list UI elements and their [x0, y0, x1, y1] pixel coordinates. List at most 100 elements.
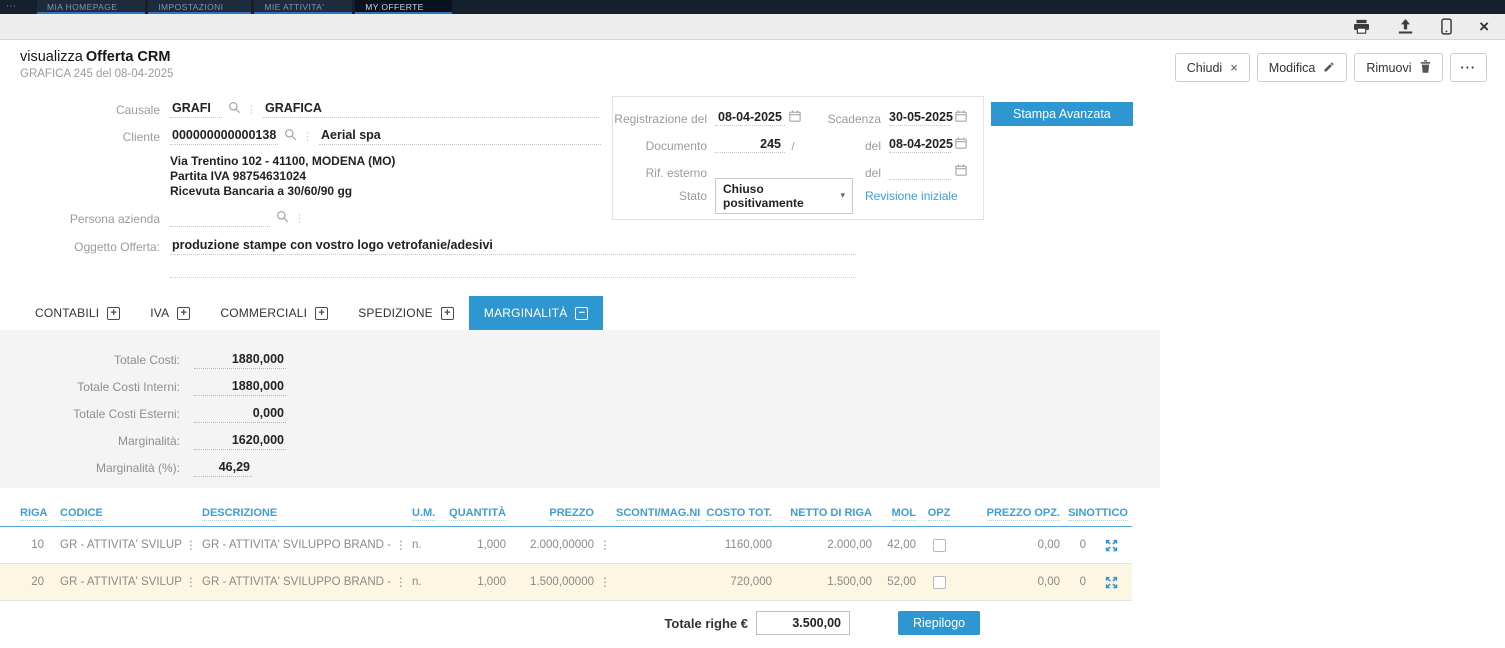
rif-esterno-label: Rif. esterno — [613, 166, 707, 180]
cell-opz — [920, 564, 958, 601]
col-header-netto-di-riga[interactable]: NETTO DI RIGA — [776, 502, 876, 527]
col-header-riga[interactable]: RIGA — [0, 502, 48, 527]
table-row[interactable]: 10 GR - ATTIVITA' SVILUP ⋮ GR - ATTIVITA… — [0, 527, 1132, 564]
search-icon[interactable] — [276, 210, 289, 226]
causale-description-field[interactable]: GRAFICA — [263, 101, 599, 118]
cliente-description-field[interactable]: Aerial spa — [319, 128, 601, 145]
riepilogo-button[interactable]: Riepilogo — [898, 611, 980, 635]
cell-prezzo-opz: 0,00 — [958, 527, 1064, 564]
browser-tab-attivita[interactable]: MIE ATTIVITA' — [254, 0, 352, 14]
registrazione-date-field[interactable]: 08-04-2025 — [715, 110, 785, 126]
tab-spedizione[interactable]: SPEDIZIONE + — [343, 296, 469, 330]
cliente-label: Cliente — [20, 130, 160, 145]
row-handle-icon[interactable]: ⋮ — [394, 527, 408, 564]
marginalita-perc-label: Marginalità (%): — [0, 461, 180, 477]
col-header-costo-tot[interactable]: COSTO TOT. — [696, 502, 776, 527]
col-header-um[interactable]: U.M. — [408, 502, 440, 527]
tab-label: SPEDIZIONE — [358, 306, 433, 320]
registrazione-label: Registrazione del — [613, 112, 707, 126]
documento-label: Documento — [613, 139, 707, 153]
opz-checkbox[interactable] — [933, 539, 946, 552]
calendar-icon[interactable] — [955, 110, 967, 125]
cliente-code-field[interactable]: 000000000000138 — [170, 128, 278, 145]
close-icon[interactable]: × — [1479, 18, 1489, 35]
page-header: visualizzaOfferta CRM GRAFICA 245 del 08… — [0, 40, 1505, 88]
browser-tab-offerte[interactable]: MY OFFERTE — [355, 0, 451, 14]
browser-tab-impostazioni[interactable]: IMPOSTAZIONI — [148, 0, 251, 14]
col-header-prezzo-opz[interactable]: PREZZO OPZ. — [958, 502, 1064, 527]
collapse-minus-icon: − — [575, 307, 588, 320]
row-handle-icon[interactable]: ⋮ — [394, 564, 408, 601]
marginalita-panel: Totale Costi: 1880,000 Totale Costi Inte… — [0, 330, 1160, 488]
expand-plus-icon: + — [315, 307, 328, 320]
chiudi-button[interactable]: Chiudi × — [1175, 53, 1250, 82]
field-separator-icon: ⋮ — [302, 132, 313, 143]
calendar-icon[interactable] — [789, 110, 801, 125]
oggetto-offerta-field[interactable]: produzione stampe con vostro logo vetrof… — [170, 238, 856, 255]
tab-commerciali[interactable]: COMMERCIALI + — [205, 296, 343, 330]
col-header-spacer — [598, 502, 612, 527]
persona-azienda-field[interactable] — [170, 224, 270, 227]
col-header-sinottico[interactable]: SINOTTICO — [1064, 502, 1132, 527]
documento-number-field[interactable]: 245 — [715, 137, 785, 153]
chiudi-button-label: Chiudi — [1187, 61, 1222, 75]
cell-prezzo: 2.000,00000 — [510, 527, 598, 564]
revisione-iniziale-link[interactable]: Revisione iniziale — [865, 189, 958, 203]
stampa-avanzata-button[interactable]: Stampa Avanzata — [991, 102, 1133, 126]
cell-prezzo: 1.500,00000 — [510, 564, 598, 601]
scadenza-date-field[interactable]: 30-05-2025 — [889, 110, 951, 126]
cell-sinottico: 0 — [1064, 564, 1090, 601]
row-handle-icon[interactable]: ⋮ — [598, 527, 612, 564]
expand-icon[interactable] — [1105, 576, 1118, 589]
browser-menu-icon[interactable]: ⋯ — [6, 0, 17, 14]
oggetto-offerta-empty-line[interactable] — [170, 277, 856, 278]
page-title: Offerta CRM — [86, 49, 171, 65]
col-header-sconti[interactable]: SCONTI/MAG.NI — [612, 502, 696, 527]
calendar-icon[interactable] — [955, 164, 967, 179]
col-header-mol[interactable]: MOL — [876, 502, 920, 527]
row-handle-icon[interactable]: ⋮ — [184, 527, 198, 564]
documento-separator: / — [788, 141, 798, 153]
tab-iva[interactable]: IVA + — [135, 296, 205, 330]
table-footer: Totale righe € 3.500,00 Riepilogo — [600, 611, 1505, 635]
col-header-opz[interactable]: OPZ — [920, 502, 958, 527]
search-icon[interactable] — [284, 128, 297, 144]
expand-plus-icon: + — [177, 307, 190, 320]
col-header-prezzo[interactable]: PREZZO — [510, 502, 598, 527]
upload-icon[interactable] — [1397, 19, 1414, 34]
stato-select[interactable]: Chiuso positivamente ▾ — [715, 178, 853, 214]
causale-code-field[interactable]: GRAFI — [170, 101, 222, 118]
cell-netto: 2.000,00 — [776, 527, 876, 564]
opz-checkbox[interactable] — [933, 576, 946, 589]
modifica-button[interactable]: Modifica — [1257, 53, 1348, 82]
cell-codice: GR - ATTIVITA' SVILUP — [48, 564, 184, 601]
search-icon[interactable] — [228, 101, 241, 117]
expand-icon[interactable] — [1105, 539, 1118, 552]
tab-label: IVA — [150, 306, 169, 320]
rimuovi-button-label: Rimuovi — [1366, 61, 1411, 75]
documento-date-field[interactable]: 08-04-2025 — [889, 137, 951, 153]
modifica-button-label: Modifica — [1269, 61, 1316, 75]
header-buttons: Chiudi × Modifica Rimuovi ··· — [1175, 53, 1487, 82]
totale-costi-interni-value: 1880,000 — [194, 379, 286, 396]
marginalita-perc-value: 46,29 — [194, 460, 252, 477]
rif-esterno-date-field[interactable] — [889, 178, 951, 180]
calendar-icon[interactable] — [955, 137, 967, 152]
col-header-quantita[interactable]: QUANTITÀ — [440, 502, 510, 527]
rimuovi-button[interactable]: Rimuovi — [1354, 53, 1442, 82]
browser-tab-homepage[interactable]: MIA HOMEPAGE — [37, 0, 145, 14]
cell-costo-tot: 720,000 — [696, 564, 776, 601]
tab-contabili[interactable]: CONTABILI + — [20, 296, 135, 330]
col-header-descrizione[interactable]: DESCRIZIONE — [198, 502, 394, 527]
tab-marginalita[interactable]: MARGINALITÀ − — [469, 296, 604, 330]
page-title-prefix: visualizza — [20, 49, 83, 65]
title-block: visualizzaOfferta CRM GRAFICA 245 del 08… — [20, 49, 173, 80]
row-handle-icon[interactable]: ⋮ — [184, 564, 198, 601]
more-actions-button[interactable]: ··· — [1450, 53, 1488, 82]
table-row[interactable]: 20 GR - ATTIVITA' SVILUP ⋮ GR - ATTIVITA… — [0, 564, 1132, 601]
row-handle-icon[interactable]: ⋮ — [598, 564, 612, 601]
print-icon[interactable] — [1353, 19, 1370, 34]
mobile-icon[interactable] — [1441, 18, 1452, 35]
tab-label: CONTABILI — [35, 306, 99, 320]
col-header-codice[interactable]: CODICE — [48, 502, 184, 527]
